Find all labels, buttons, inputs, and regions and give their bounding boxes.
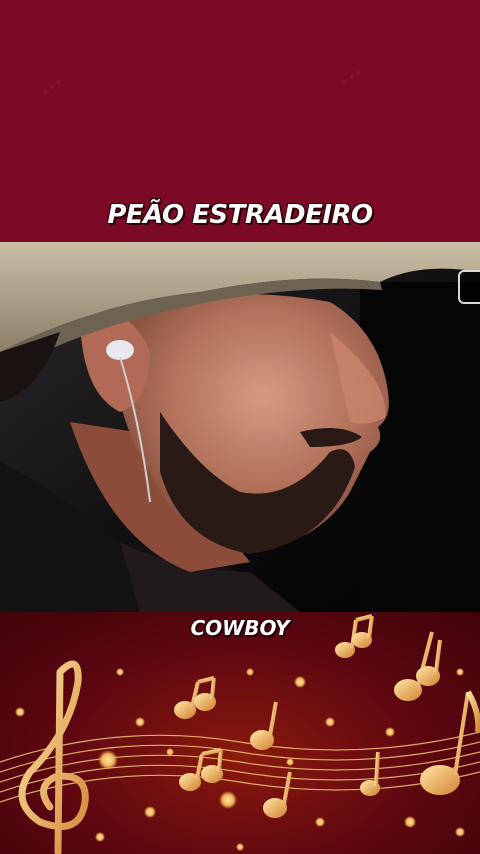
side-badge-icon[interactable]	[458, 270, 480, 304]
song-title: PEÃO ESTRADEIRO	[107, 200, 373, 230]
music-decoration-panel	[0, 612, 480, 854]
watermark: •••	[337, 64, 368, 92]
watermark: •••	[37, 74, 68, 102]
music-notes-icon	[0, 614, 480, 854]
video-player[interactable]	[0, 242, 480, 612]
lyric-caption: COWBOY	[190, 616, 290, 640]
video-frame	[0, 242, 480, 612]
